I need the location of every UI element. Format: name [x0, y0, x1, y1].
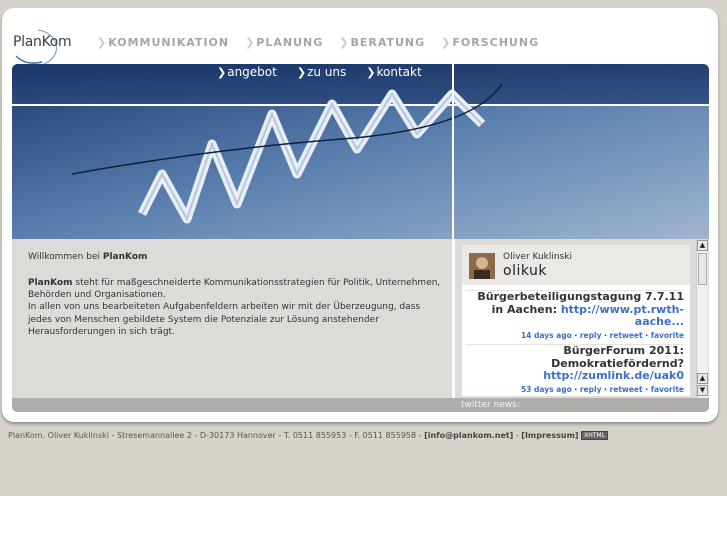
tweet-link[interactable]: http://zumlink.de/uak0 [543, 369, 684, 382]
tweet-link[interactable]: http://www.pt.rwth-aache... [561, 303, 684, 329]
chevron-right-icon: ❯ [245, 36, 256, 49]
hero-image: ❯angebot ❯zu uns ❯kontakt [12, 64, 709, 239]
avatar[interactable] [469, 253, 495, 279]
retweet-link[interactable]: retweet [610, 385, 643, 394]
twitter-widget: Oliver Kuklinski olikuk Bürgerbeteiligun… [455, 239, 709, 398]
content-panel: Willkommen bei PlanKom PlanKom steht für… [12, 239, 453, 398]
intro-text: PlanKom steht für maßgeschneiderte Kommu… [28, 277, 444, 338]
reply-link[interactable]: reply [580, 331, 602, 340]
retweet-link[interactable]: retweet [610, 331, 643, 340]
top-navigation: ❯ KOMMUNIKATION ❯ PLANUNG ❯ BERATUNG ❯ FORSC… [97, 36, 539, 49]
plankom-logo[interactable]: PlanKom [10, 26, 90, 68]
tweet-text: BürgerForum 2011: Demokratiefördernd? ht… [466, 344, 684, 383]
paper-zigzag-image [12, 64, 709, 239]
scroll-up-button-lower[interactable]: ▲ [697, 373, 708, 384]
nav-angebot[interactable]: ❯angebot [217, 65, 277, 79]
page-footer: PlanKom. Oliver Kuklinski - Stresemannal… [8, 431, 608, 440]
scroll-down-button[interactable]: ▼ [697, 385, 708, 396]
column-divider [452, 64, 454, 412]
twitter-news-label: twitter news: [461, 400, 520, 410]
scroll-up-button[interactable]: ▲ [697, 240, 708, 251]
favorite-link[interactable]: favorite [651, 331, 684, 340]
tweet-time[interactable]: 14 days ago [521, 331, 572, 340]
intro-brand: PlanKom [28, 278, 73, 288]
nav-label: PLANUNG [256, 36, 324, 49]
logo-text: PlanKom [13, 34, 72, 50]
welcome-brand: PlanKom [102, 252, 148, 262]
xhtml-badge[interactable]: XHTML [581, 431, 608, 440]
favorite-link[interactable]: favorite [651, 385, 684, 394]
tweet-meta: 53 days ago · reply · retweet · favorite [520, 384, 684, 394]
tweet-text: Bürgerbeteiligungstagung 7.7.11 in Aache… [466, 290, 684, 329]
footer-impressum-link[interactable]: [Impressum] [521, 431, 578, 440]
nav-beratung[interactable]: ❯ BERATUNG [339, 36, 425, 49]
chevron-right-icon: ❯ [97, 36, 108, 49]
footer-email-link[interactable]: [info@plankom.net] [424, 431, 513, 440]
nav-kontakt[interactable]: ❯kontakt [366, 65, 421, 79]
tweet-item: BürgerForum 2011: Demokratiefördernd? ht… [466, 344, 684, 394]
nav-label: FORSCHUNG [452, 36, 540, 49]
twitter-scrollbar[interactable]: ▲ ▲ ▼ [696, 240, 708, 398]
chevron-right-icon: ❯ [339, 36, 350, 49]
footer-address: PlanKom. Oliver Kuklinski - Stresemannal… [8, 431, 425, 440]
avatar-image [469, 253, 495, 279]
nav-zu-uns[interactable]: ❯zu uns [297, 65, 346, 79]
chevron-right-icon: ❯ [441, 36, 452, 49]
nav-label: angebot [227, 65, 277, 79]
card-footer-strip: twitter news: [12, 398, 709, 412]
reply-link[interactable]: reply [580, 385, 602, 394]
chevron-right-icon: ❯ [296, 66, 307, 79]
tweet-meta: 14 days ago · reply · retweet · favorite [520, 330, 684, 340]
hero-navigation: ❯angebot ❯zu uns ❯kontakt [217, 65, 422, 79]
tweet-time[interactable]: 53 days ago [521, 385, 572, 394]
twitter-name: Oliver Kuklinski [503, 252, 572, 262]
welcome-prefix: Willkommen bei [28, 252, 103, 262]
intro-text-1: steht für maßgeschneiderte Kommunikation… [28, 278, 441, 301]
scrollbar-thumb[interactable] [698, 253, 707, 285]
nav-planung[interactable]: ❯ PLANUNG [245, 36, 323, 49]
intro-text-2: In allen von uns bearbeiteten Aufgabenfe… [28, 302, 421, 337]
nav-label: kontakt [376, 65, 422, 79]
twitter-handle[interactable]: olikuk [503, 263, 547, 279]
chevron-right-icon: ❯ [217, 66, 227, 79]
nav-label: KOMMUNIKATION [108, 36, 230, 49]
chevron-right-icon: ❯ [366, 66, 376, 79]
nav-forschung[interactable]: ❯ FORSCHUNG [441, 36, 539, 49]
twitter-profile: Oliver Kuklinski olikuk [462, 245, 690, 285]
nav-label: zu uns [307, 65, 347, 79]
welcome-text: Willkommen bei PlanKom [28, 251, 147, 263]
twitter-feed: Oliver Kuklinski olikuk Bürgerbeteiligun… [462, 245, 690, 396]
nav-label: BERATUNG [350, 36, 426, 49]
tweet-item: Bürgerbeteiligungstagung 7.7.11 in Aache… [466, 290, 684, 340]
tweet-body: BürgerForum 2011: Demokratiefördernd? [551, 344, 684, 370]
nav-kommunikation[interactable]: ❯ KOMMUNIKATION [97, 36, 229, 49]
